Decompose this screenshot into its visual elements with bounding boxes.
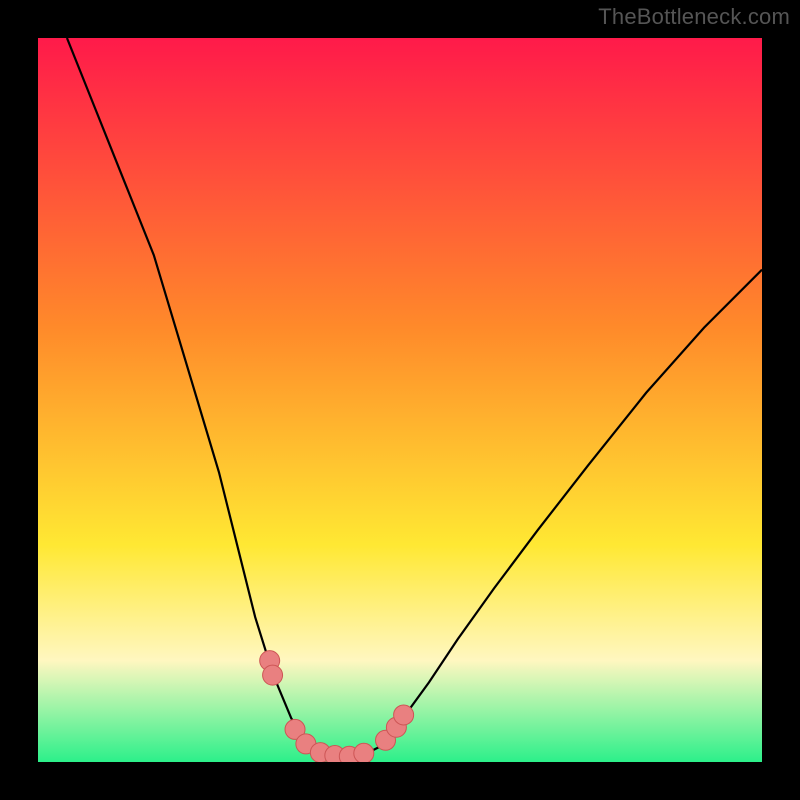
gradient-background — [38, 38, 762, 762]
plot-area — [38, 38, 762, 762]
data-marker — [263, 665, 283, 685]
watermark-text: TheBottleneck.com — [598, 4, 790, 30]
data-marker — [394, 705, 414, 725]
data-marker — [354, 743, 374, 762]
chart-frame: TheBottleneck.com — [0, 0, 800, 800]
bottleneck-chart — [38, 38, 762, 762]
